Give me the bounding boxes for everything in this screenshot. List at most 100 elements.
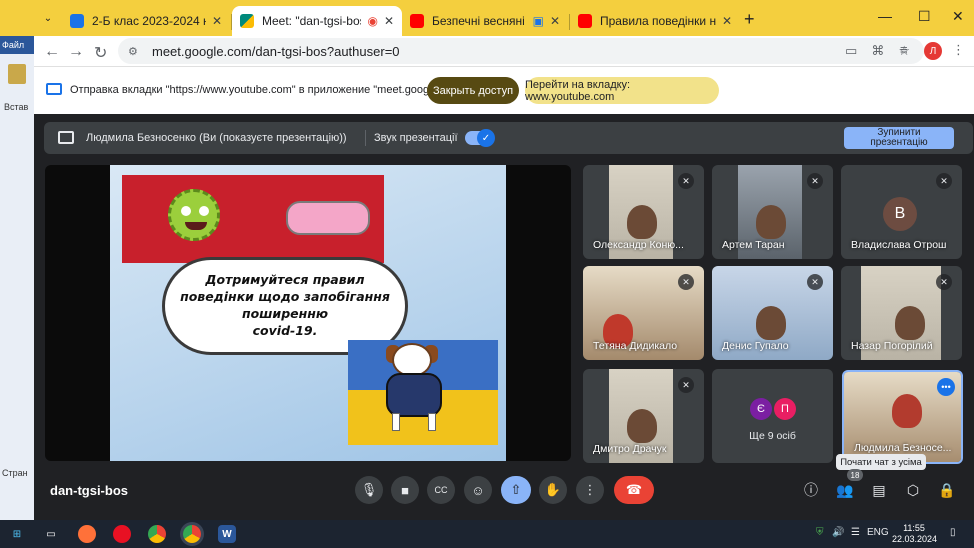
site-settings-icon[interactable]: ⚙ — [128, 45, 142, 58]
mic-off-icon: ✕ — [807, 173, 823, 189]
captions-icon: CC — [434, 485, 448, 495]
participant-tile[interactable]: ✕ Дмитро Драчук — [583, 369, 704, 463]
more-options-icon[interactable]: ••• — [937, 378, 955, 396]
slide-text: Дотримуйтеся правил поведінки щодо запоб… — [180, 272, 390, 338]
mic-off-icon: ✕ — [936, 274, 952, 290]
reload-icon[interactable]: ↻ — [94, 43, 107, 63]
avatar: П — [774, 398, 796, 420]
participant-tile[interactable]: В ✕ Владислава Отрош — [841, 165, 962, 259]
reactions-button[interactable]: ☺ — [464, 476, 492, 504]
participant-name: Людмила Безносе... — [854, 442, 952, 454]
back-icon[interactable]: ← — [44, 43, 60, 61]
chrome-active-icon[interactable] — [183, 525, 201, 543]
presentation-stage: Дотримуйтеся правил поведінки щодо запоб… — [45, 165, 571, 461]
volume-icon[interactable]: 🔊 — [832, 527, 844, 538]
avatar: В — [883, 197, 917, 231]
stop-sharing-button[interactable]: Закрыть доступ — [427, 77, 519, 104]
close-icon[interactable]: ✕ — [722, 14, 732, 28]
emoji-icon: ☺ — [471, 482, 485, 498]
system-clock[interactable]: 11:55 22.03.2024 — [892, 523, 937, 545]
people-button[interactable]: 👥 — [831, 476, 859, 504]
host-controls-button[interactable]: 🔒 — [933, 476, 961, 504]
hangup-icon: ☎ — [625, 482, 643, 497]
participant-name: Назар Погорілий — [851, 340, 933, 352]
tab-youtube-2[interactable]: Правила поведінки на весняні ✕ — [570, 6, 740, 36]
new-tab-button[interactable]: + — [744, 9, 755, 30]
self-tile[interactable]: ••• Людмила Безносе... — [842, 370, 963, 464]
participant-tile[interactable]: ✕ Тетяна Дидикало — [583, 266, 704, 360]
mic-off-icon: ✕ — [678, 377, 694, 393]
shared-slide: Дотримуйтеся правил поведінки щодо запоб… — [110, 165, 506, 461]
present-button[interactable]: ⇧ — [501, 476, 531, 504]
more-options-button[interactable]: ⋮ — [576, 476, 604, 504]
menu-dots-icon[interactable]: ⋮ — [952, 42, 965, 58]
youtube-icon — [578, 14, 592, 28]
tab-search-icon[interactable]: ⌄ — [38, 8, 58, 28]
mic-button[interactable]: 🎙 — [355, 476, 383, 504]
media-control-icon[interactable]: ≡ — [900, 42, 908, 57]
defender-icon[interactable]: ⛨ — [816, 527, 824, 538]
camera-icon[interactable]: ▭ — [845, 43, 857, 59]
network-icon[interactable]: ☰ — [851, 527, 860, 538]
chat-icon: ▤ — [872, 481, 886, 498]
tab-youtube-1[interactable]: Безпечні весняні канікули ▣ ✕ — [402, 6, 568, 36]
url-text: meet.google.com/dan-tgsi-bos?authuser=0 — [152, 43, 400, 59]
activities-button[interactable]: ⬡ — [899, 476, 927, 504]
address-bar[interactable]: ⚙ meet.google.com/dan-tgsi-bos?authuser=… — [118, 38, 924, 64]
chat-button[interactable]: ▤ — [865, 476, 893, 504]
sharing-message: Отправка вкладки "https://www.youtube.co… — [70, 84, 475, 96]
background-word-window: Файл Встав Стран — [0, 36, 34, 520]
chrome-icon[interactable] — [148, 525, 166, 543]
translate-icon[interactable]: ⌘ — [871, 43, 884, 59]
close-window-icon[interactable]: ✕ — [952, 8, 964, 25]
people-icon: 👥 — [836, 481, 854, 498]
maximize-icon[interactable]: ☐ — [918, 8, 931, 25]
stop-presenting-button[interactable]: Зупинити презентацію — [844, 127, 954, 149]
opera-icon[interactable] — [113, 525, 131, 543]
tab-classroom[interactable]: 2-Б клас 2023-2024 н.р. Безнос ✕ — [62, 6, 230, 36]
camera-button[interactable]: ■ — [391, 476, 419, 504]
participant-tile[interactable]: ✕ Денис Гупало — [712, 266, 833, 360]
sharing-infobar: Отправка вкладки "https://www.youtube.co… — [34, 66, 974, 114]
participant-name: Дмитро Драчук — [593, 443, 667, 455]
browser-tab-strip: ⌄ 2-Б клас 2023-2024 н.р. Безнос ✕ Meet:… — [0, 0, 974, 36]
browser-toolbar: ← → ↻ ⚙ meet.google.com/dan-tgsi-bos?aut… — [34, 36, 974, 66]
participant-name: Тетяна Дидикало — [593, 340, 678, 352]
leave-call-button[interactable]: ☎ — [614, 476, 654, 504]
profile-avatar[interactable]: Л — [924, 42, 942, 60]
recording-icon: ◉ — [367, 14, 378, 28]
tab-meet[interactable]: Meet: "dan-tgsi-bos" ◉ ✕ — [232, 6, 402, 36]
mic-off-icon: ✕ — [678, 173, 694, 189]
task-view-icon[interactable]: ▭ — [42, 525, 60, 543]
participant-name: Владислава Отрош — [851, 239, 947, 251]
divider — [365, 130, 366, 146]
close-icon[interactable]: ✕ — [384, 14, 394, 28]
avatar: Є — [750, 398, 772, 420]
close-icon[interactable]: ✕ — [212, 14, 222, 28]
mic-icon: 🎙 — [360, 482, 378, 497]
language-indicator[interactable]: ENG — [867, 527, 889, 538]
chat-tooltip: Почати чат з усіма — [836, 454, 926, 470]
respirator-illustration — [286, 201, 370, 235]
virus-illustration — [168, 189, 220, 241]
hand-icon: ✋ — [544, 482, 562, 497]
word-pages-label: Стран — [2, 468, 28, 478]
windows-start-icon[interactable]: ⊞ — [8, 525, 26, 543]
presentation-sound-toggle[interactable]: ✓ — [465, 129, 495, 147]
forward-icon[interactable]: → — [68, 43, 84, 61]
raise-hand-button[interactable]: ✋ — [539, 476, 567, 504]
participant-tile[interactable]: ✕ Назар Погорілий — [841, 266, 962, 360]
captions-button[interactable]: CC — [427, 476, 455, 504]
participant-tile[interactable]: ✕ Артем Таран — [712, 165, 833, 259]
notifications-icon[interactable]: ▯ — [950, 527, 956, 538]
participant-tile[interactable]: ✕ Олександр Коню... — [583, 165, 704, 259]
more-participants-tile[interactable]: Є П Ще 9 осіб — [712, 369, 833, 463]
meeting-info-button[interactable]: ⓘ — [797, 476, 825, 504]
firefox-icon[interactable] — [78, 525, 96, 543]
word-icon[interactable]: W — [218, 525, 236, 543]
close-icon[interactable]: ✕ — [550, 14, 560, 28]
meeting-code: dan-tgsi-bos — [50, 483, 128, 498]
present-icon: ⇧ — [510, 482, 522, 497]
go-to-tab-button[interactable]: Перейти на вкладку: www.youtube.com — [525, 77, 719, 104]
minimize-icon[interactable]: — — [878, 8, 892, 24]
